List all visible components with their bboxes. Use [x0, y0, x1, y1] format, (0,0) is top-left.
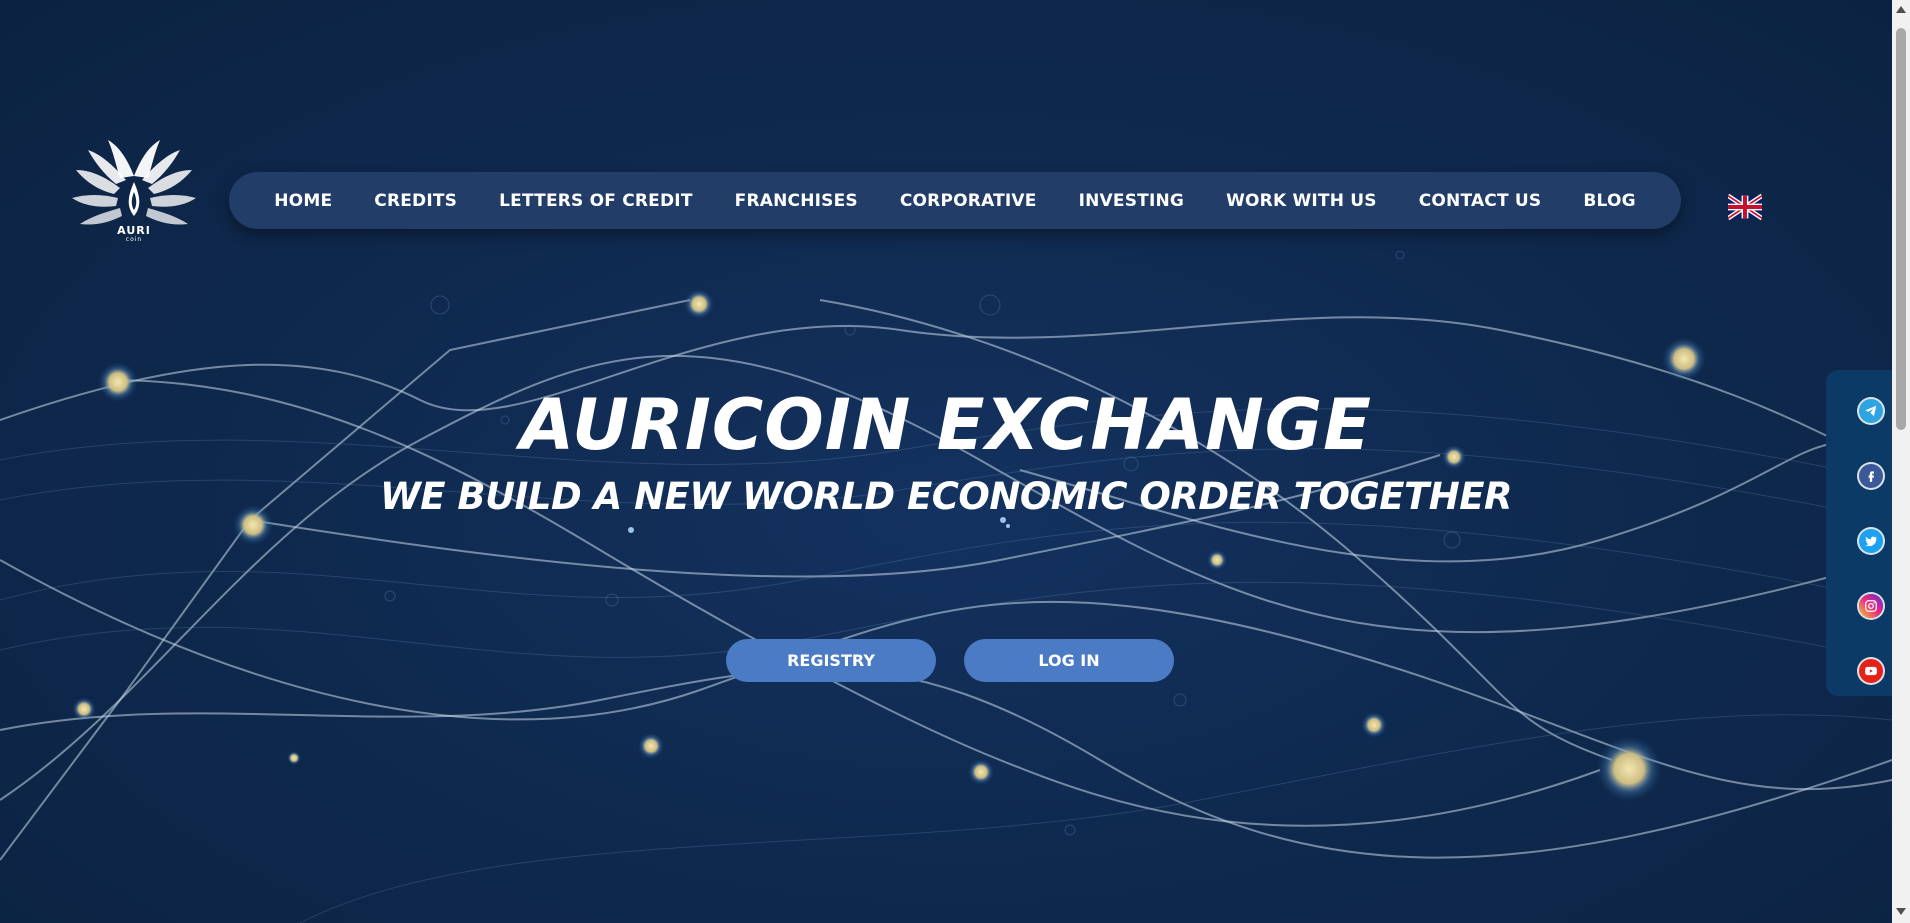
nav-work-with-us[interactable]: WORK WITH US — [1226, 191, 1377, 211]
page: AURI coin HOME CREDITS LETTERS OF CREDIT… — [0, 0, 1910, 923]
telegram-icon[interactable] — [1859, 399, 1883, 423]
facebook-glyph — [1868, 471, 1874, 482]
nav-corporative[interactable]: CORPORATIVE — [900, 191, 1037, 211]
instagram-icon[interactable] — [1859, 594, 1883, 618]
scroll-down-arrow-icon[interactable] — [1896, 908, 1906, 915]
nav-home[interactable]: HOME — [274, 191, 332, 211]
page-scrollbar[interactable] — [1892, 0, 1910, 923]
auricoin-logo[interactable]: AURI coin — [66, 136, 202, 246]
registry-button[interactable]: REGISTRY — [726, 639, 936, 682]
scroll-thumb[interactable] — [1896, 28, 1906, 430]
nav-contact-us[interactable]: CONTACT US — [1419, 191, 1542, 211]
facebook-icon[interactable] — [1859, 464, 1883, 488]
hero-subtitle: WE BUILD A NEW WORLD ECONOMIC ORDER TOGE… — [379, 475, 1513, 518]
uk-flag-icon — [1726, 193, 1764, 221]
nav-letters-of-credit[interactable]: LETTERS OF CREDIT — [499, 191, 693, 211]
scroll-up-arrow-icon[interactable] — [1896, 6, 1906, 13]
youtube-icon[interactable] — [1859, 659, 1883, 683]
instagram-glyph — [1865, 600, 1877, 612]
social-sidebar — [1826, 370, 1892, 696]
twitter-icon[interactable] — [1859, 529, 1883, 553]
twitter-glyph — [1865, 536, 1877, 547]
logo-subtext: coin — [125, 236, 143, 243]
nav-credits[interactable]: CREDITS — [374, 191, 457, 211]
login-button[interactable]: LOG IN — [964, 639, 1174, 682]
nav-franchises[interactable]: FRANCHISES — [735, 191, 858, 211]
hero-title: AURICOIN EXCHANGE — [520, 384, 1372, 466]
youtube-glyph — [1865, 666, 1877, 676]
main-navigation: HOME CREDITS LETTERS OF CREDIT FRANCHISE… — [229, 172, 1681, 229]
telegram-glyph — [1865, 405, 1877, 417]
nav-investing[interactable]: INVESTING — [1079, 191, 1184, 211]
nav-blog[interactable]: BLOG — [1583, 191, 1635, 211]
language-selector[interactable] — [1726, 193, 1764, 221]
